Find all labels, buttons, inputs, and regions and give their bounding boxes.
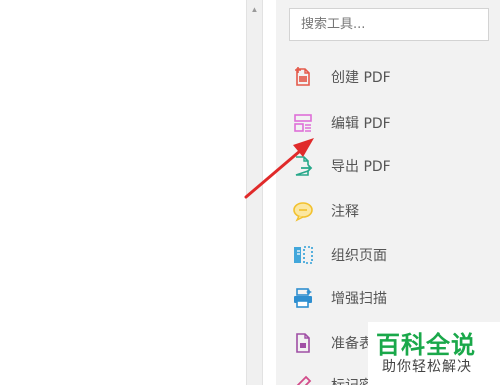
tool-label: 准备表 bbox=[331, 336, 373, 352]
tool-comment[interactable]: 注释 bbox=[292, 197, 492, 225]
export-pdf-icon bbox=[292, 155, 314, 177]
tool-label: 编辑 PDF bbox=[331, 116, 391, 132]
watermark-subtitle: 助你轻松解决 bbox=[382, 359, 472, 375]
document-view[interactable] bbox=[0, 0, 246, 385]
watermark: 百科全说 助你轻松解决 bbox=[368, 322, 500, 385]
tool-edit-pdf[interactable]: 编辑 PDF bbox=[292, 109, 492, 137]
tool-label: 创建 PDF bbox=[331, 70, 391, 86]
tool-organize-pages[interactable]: 组织页面 bbox=[292, 241, 492, 269]
create-pdf-icon bbox=[292, 66, 314, 88]
app-window: ▲ 创建 PDF bbox=[0, 0, 500, 385]
tool-label: 导出 PDF bbox=[331, 159, 391, 175]
prepare-form-icon bbox=[292, 332, 314, 354]
vertical-scrollbar[interactable]: ▲ bbox=[246, 0, 263, 385]
organize-pages-icon bbox=[292, 244, 314, 266]
tool-label: 注释 bbox=[331, 204, 359, 220]
tool-label: 组织页面 bbox=[331, 248, 387, 264]
tool-export-pdf[interactable]: 导出 PDF bbox=[292, 152, 492, 180]
watermark-title: 百科全说 bbox=[376, 331, 476, 359]
enhance-scan-icon bbox=[292, 287, 314, 309]
edit-pdf-icon bbox=[292, 112, 314, 134]
search-tools-input[interactable] bbox=[289, 8, 489, 41]
comment-icon bbox=[292, 200, 314, 222]
pane-divider bbox=[263, 0, 276, 385]
redact-icon bbox=[292, 374, 314, 385]
tool-label: 增强扫描 bbox=[331, 291, 387, 307]
tool-create-pdf[interactable]: 创建 PDF bbox=[292, 63, 492, 91]
tool-enhance-scan[interactable]: 增强扫描 bbox=[292, 284, 492, 312]
scroll-up-arrow-icon[interactable]: ▲ bbox=[247, 0, 262, 20]
